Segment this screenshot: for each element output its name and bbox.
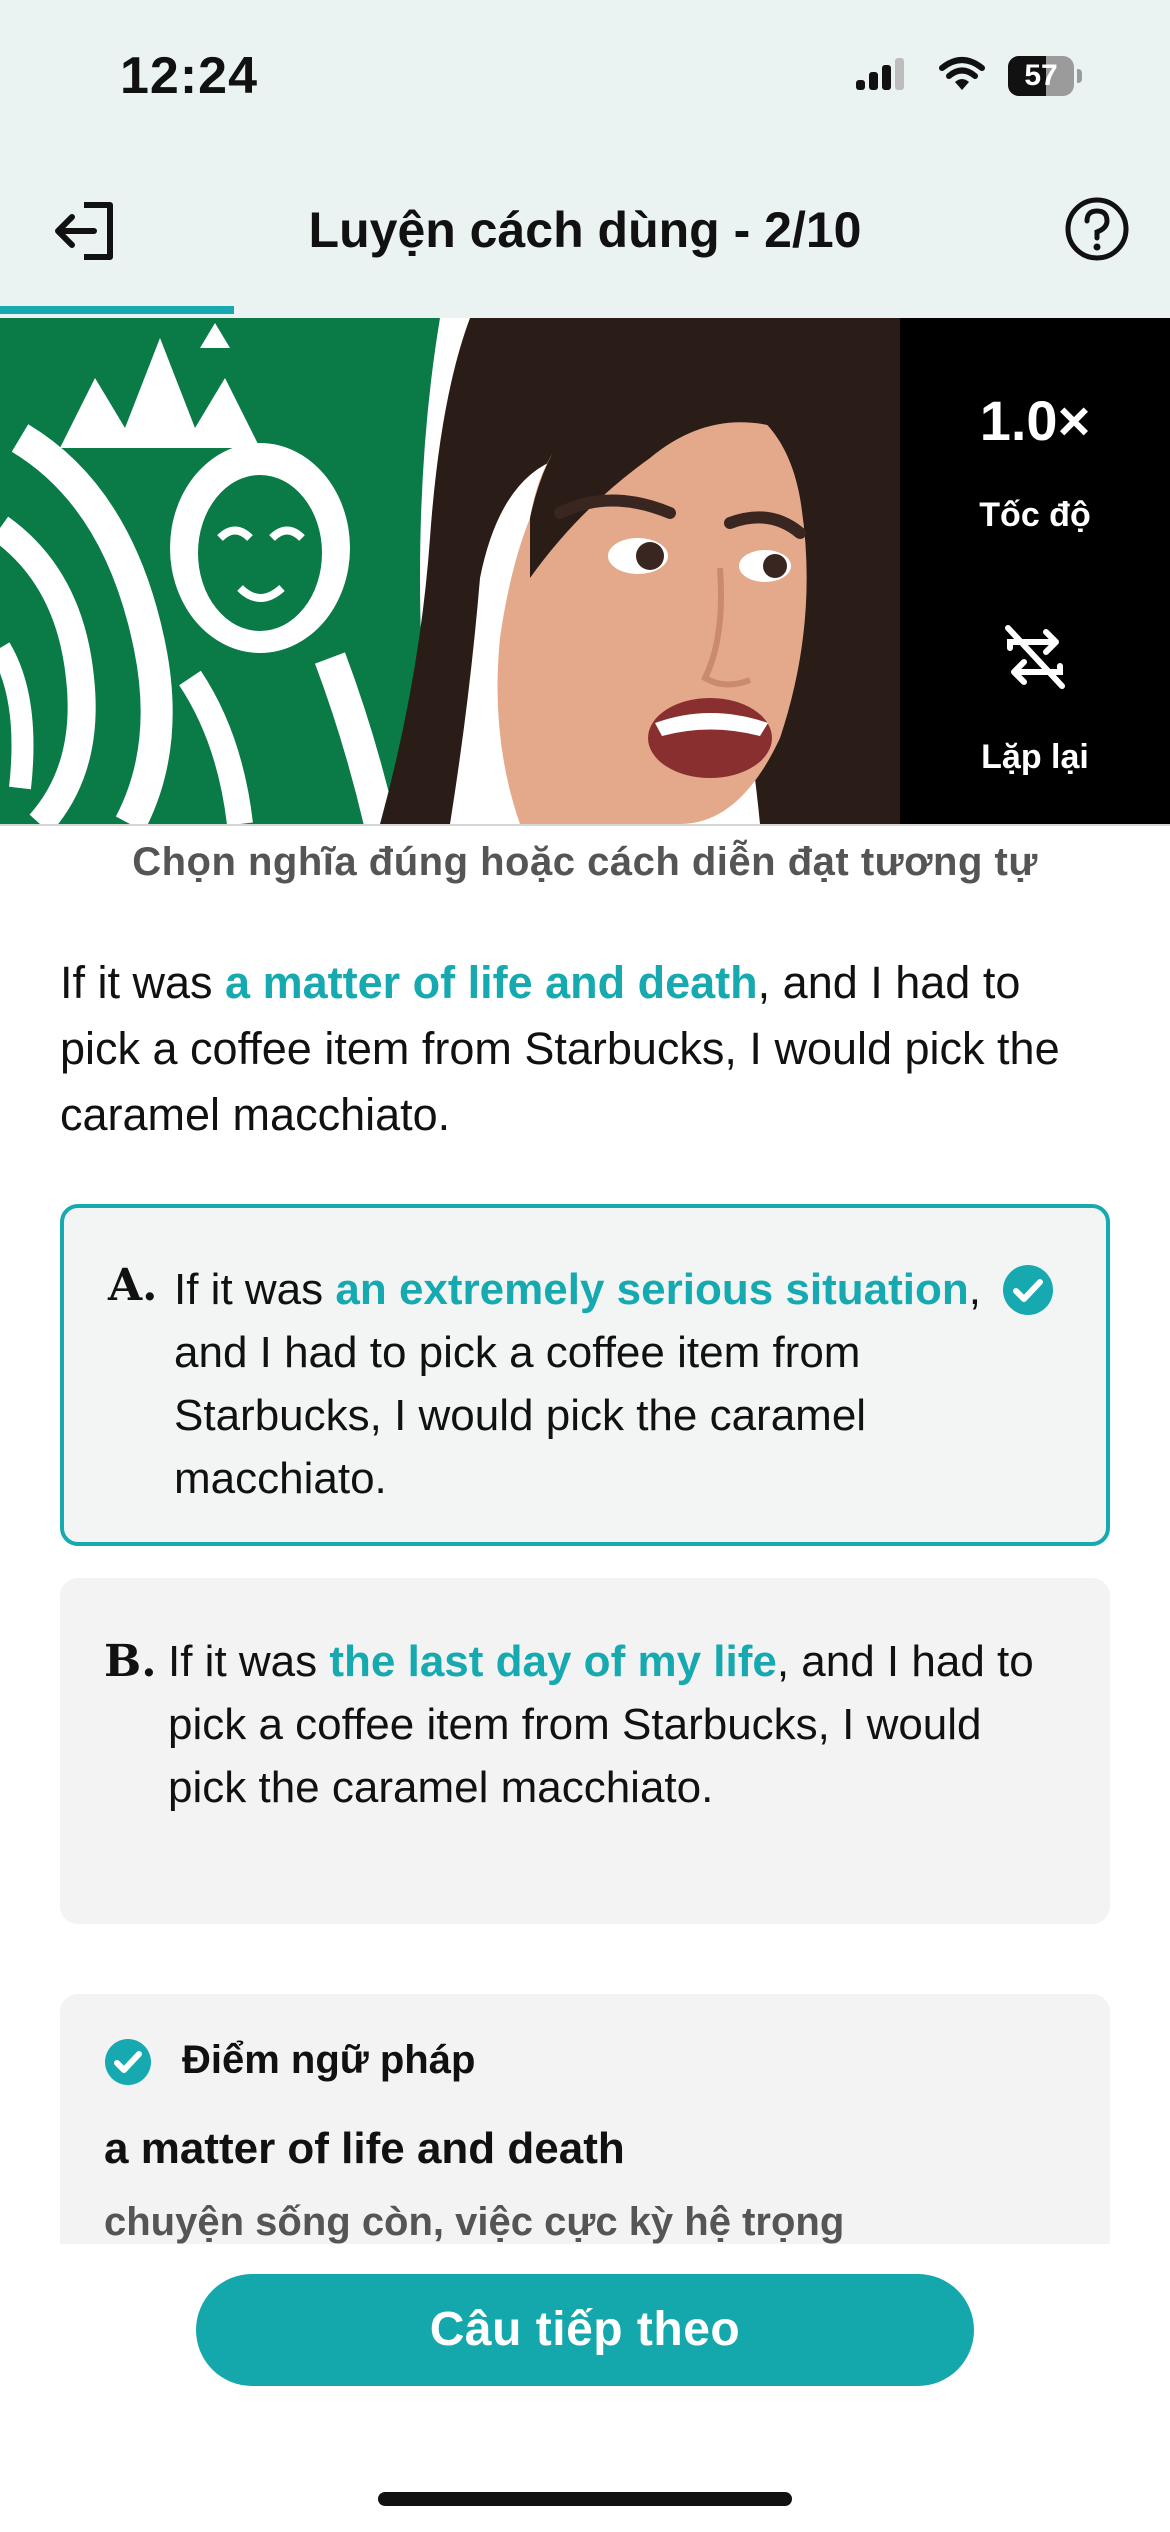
check-circle-icon: [1003, 1265, 1053, 1315]
grammar-card: Điểm ngữ pháp a matter of life and death…: [60, 1994, 1110, 2244]
option-highlight: the last day of my life: [329, 1637, 777, 1686]
repeat-label: Lặp lại: [981, 738, 1089, 776]
grammar-meaning: chuyện sống còn, việc cực kỳ hệ trọng: [104, 2200, 845, 2244]
signal-icon: [856, 58, 904, 90]
video-player[interactable]: [0, 318, 900, 824]
question-sentence: If it was a matter of life and death, an…: [60, 950, 1110, 1148]
page-title: Luyện cách dùng - 2/10: [308, 202, 862, 258]
option-text: If it was the last day of my life, and I…: [168, 1630, 1048, 1819]
next-question-button[interactable]: Câu tiếp theo: [196, 2274, 974, 2386]
speed-button[interactable]: 1.0×: [900, 388, 1170, 453]
home-indicator[interactable]: [378, 2492, 792, 2506]
help-icon[interactable]: [1062, 194, 1132, 264]
exit-icon[interactable]: [50, 195, 122, 267]
progress-bar: [0, 306, 1170, 314]
progress-fill: [0, 306, 234, 314]
repeat-off-icon[interactable]: [996, 618, 1074, 696]
status-bar: 12:24 57: [0, 0, 1170, 160]
speaker-face: [380, 318, 900, 824]
status-time: 12:24: [120, 47, 258, 105]
battery-icon: 57: [1008, 56, 1082, 96]
nav-bar: Luyện cách dùng - 2/10: [0, 160, 1170, 318]
grammar-phrase: a matter of life and death: [104, 2124, 625, 2173]
video-controls: 1.0× Tốc độ Lặp lại: [900, 318, 1170, 824]
option-letter: B.: [104, 1636, 157, 1687]
check-circle-icon: [105, 2039, 151, 2085]
option-highlight: an extremely serious situation: [335, 1265, 969, 1314]
instruction-text: Chọn nghĩa đúng hoặc cách diễn đạt tương…: [132, 840, 1038, 884]
option-b[interactable]: B. If it was the last day of my life, an…: [60, 1578, 1110, 1924]
option-text: If it was an extremely serious situation…: [174, 1258, 1004, 1510]
option-text-before: If it was: [174, 1265, 336, 1314]
divider: [0, 824, 1170, 826]
question-highlight[interactable]: a matter of life and death: [225, 957, 758, 1008]
option-text-before: If it was: [168, 1637, 330, 1686]
battery-level: 57: [1024, 59, 1058, 92]
question-text-before: If it was: [60, 957, 226, 1008]
option-a[interactable]: A. If it was an extremely serious situat…: [60, 1204, 1110, 1546]
option-letter: A.: [108, 1260, 158, 1311]
wifi-icon: [939, 57, 985, 90]
grammar-title: Điểm ngữ pháp: [182, 2038, 476, 2082]
speed-label: Tốc độ: [979, 496, 1091, 534]
